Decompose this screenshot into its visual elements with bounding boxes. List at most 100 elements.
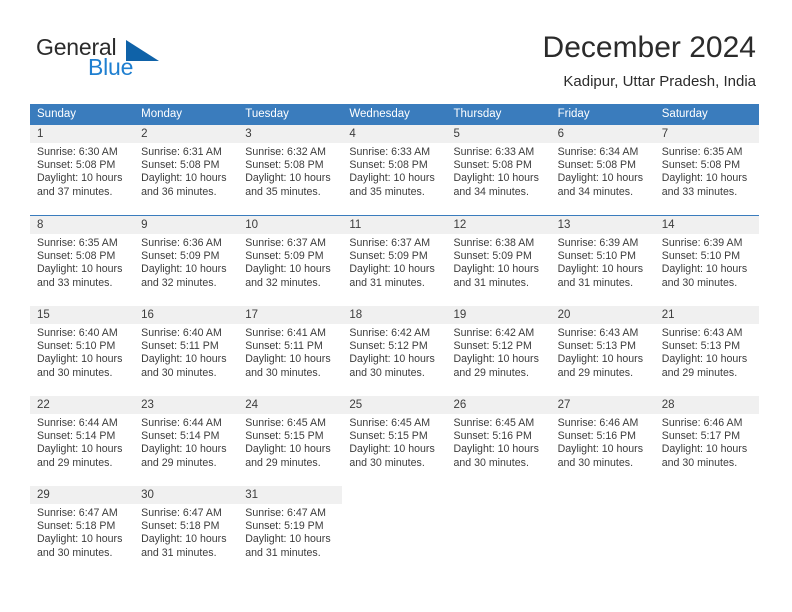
calendar-day-cell[interactable]: 18 Sunrise: 6:42 AM Sunset: 5:12 PM Dayligh… — [342, 306, 447, 396]
sunset-time: Sunset: 5:09 PM — [453, 250, 532, 263]
calendar-day-cell[interactable]: 8 Sunrise: 6:35 AM Sunset: 5:08 PM Daylight… — [30, 216, 135, 306]
sunset-time: Sunset: 5:14 PM — [141, 430, 220, 443]
calendar-day-cell[interactable]: 1 Sunrise: 6:30 AM Sunset: 5:08 PM Daylight… — [30, 125, 135, 215]
day-number — [342, 486, 447, 504]
calendar-day-cell[interactable]: 15 Sunrise: 6:40 AM Sunset: 5:10 PM Dayligh… — [30, 306, 135, 396]
calendar-day-cell[interactable]: 31 Sunrise: 6:47 AM Sunset: 5:19 PM Dayligh… — [238, 486, 343, 576]
weekday-header-monday: Monday — [141, 108, 183, 120]
calendar-page: General Blue December 2024 Kadipur, Utta… — [0, 0, 792, 612]
calendar-day-cell[interactable]: 9 Sunrise: 6:36 AM Sunset: 5:09 PM Daylight… — [134, 216, 239, 306]
sunset-time: Sunset: 5:08 PM — [453, 159, 532, 172]
day-details: Sunrise: 6:36 AM Sunset: 5:09 PM Daylight:… — [134, 234, 238, 290]
calendar-day-cell[interactable]: 29 Sunrise: 6:47 AM Sunset: 5:18 PM Dayligh… — [30, 486, 135, 576]
daylight-duration-line1: Daylight: 10 hours — [37, 353, 123, 366]
daylight-duration-line2: and 29 minutes. — [453, 366, 529, 379]
daylight-duration-line2: and 30 minutes. — [661, 456, 738, 469]
calendar-day-cell[interactable]: 21 Sunrise: 6:43 AM Sunset: 5:13 PM Dayligh… — [654, 306, 759, 396]
sunrise-time: Sunrise: 6:47 AM — [141, 507, 222, 519]
calendar-day-cell[interactable]: 23 Sunrise: 6:44 AM Sunset: 5:14 PM Dayligh… — [134, 396, 239, 486]
day-details: Sunrise: 6:45 AM Sunset: 5:15 PM Daylight:… — [342, 414, 446, 470]
daylight-duration-line2: and 37 minutes. — [37, 185, 113, 198]
daylight-duration-line1: Daylight: 10 hours — [661, 263, 748, 276]
daylight-duration-line2: and 30 minutes. — [245, 366, 321, 379]
calendar-day-cell[interactable]: 26 Sunrise: 6:45 AM Sunset: 5:16 PM Dayligh… — [446, 396, 551, 486]
calendar-day-cell[interactable]: 4 Sunrise: 6:33 AM Sunset: 5:08 PM Daylight… — [342, 125, 447, 215]
day-details: Sunrise: 6:47 AM Sunset: 5:18 PM Daylight:… — [134, 504, 238, 560]
calendar-day-cell[interactable]: 30 Sunrise: 6:47 AM Sunset: 5:18 PM Dayligh… — [134, 486, 239, 576]
daylight-duration-line2: and 35 minutes. — [349, 185, 425, 198]
day-details: Sunrise: 6:30 AM Sunset: 5:08 PM Daylight:… — [30, 143, 134, 199]
calendar-day-cell[interactable]: 16 Sunrise: 6:40 AM Sunset: 5:11 PM Dayligh… — [134, 306, 239, 396]
daylight-duration-line2: and 32 minutes. — [245, 276, 321, 289]
calendar-day-cell[interactable]: 10 Sunrise: 6:37 AM Sunset: 5:09 PM Dayligh… — [238, 216, 343, 306]
calendar-day-cell[interactable]: 22 Sunrise: 6:44 AM Sunset: 5:14 PM Dayligh… — [30, 396, 135, 486]
daylight-duration-line1: Daylight: 10 hours — [557, 263, 644, 276]
calendar-day-cell[interactable]: 3 Sunrise: 6:32 AM Sunset: 5:08 PM Daylight… — [238, 125, 343, 215]
sunset-time: Sunset: 5:18 PM — [37, 520, 116, 533]
day-number — [654, 486, 759, 504]
daylight-duration-line2: and 31 minutes. — [245, 546, 321, 559]
day-number: 30 — [134, 486, 239, 504]
calendar-day-cell[interactable]: 17 Sunrise: 6:41 AM Sunset: 5:11 PM Dayligh… — [238, 306, 343, 396]
sunset-time: Sunset: 5:09 PM — [245, 250, 324, 263]
sunset-time: Sunset: 5:18 PM — [141, 520, 220, 533]
daylight-duration-line2: and 30 minutes. — [557, 456, 634, 469]
calendar-day-cell[interactable]: 20 Sunrise: 6:43 AM Sunset: 5:13 PM Dayligh… — [550, 306, 655, 396]
daylight-duration-line2: and 30 minutes. — [661, 276, 738, 289]
calendar-day-cell[interactable]: 28 Sunrise: 6:46 AM Sunset: 5:17 PM Dayligh… — [654, 396, 759, 486]
sunrise-time: Sunrise: 6:45 AM — [349, 417, 431, 429]
daylight-duration-line1: Daylight: 10 hours — [37, 172, 123, 185]
day-number: 13 — [550, 216, 655, 234]
sunrise-time: Sunrise: 6:37 AM — [245, 237, 326, 249]
daylight-duration-line2: and 31 minutes. — [557, 276, 634, 289]
day-number: 25 — [342, 396, 447, 414]
daylight-duration-line1: Daylight: 10 hours — [37, 533, 123, 546]
sunset-time: Sunset: 5:16 PM — [453, 430, 532, 443]
day-number: 26 — [446, 396, 551, 414]
calendar-day-cell[interactable]: 6 Sunrise: 6:34 AM Sunset: 5:08 PM Daylight… — [550, 125, 655, 215]
daylight-duration-line1: Daylight: 10 hours — [245, 263, 331, 276]
calendar-day-cell[interactable]: 25 Sunrise: 6:45 AM Sunset: 5:15 PM Dayligh… — [342, 396, 447, 486]
calendar-day-cell[interactable]: 27 Sunrise: 6:46 AM Sunset: 5:16 PM Dayligh… — [550, 396, 655, 486]
calendar-day-cell[interactable]: 14 Sunrise: 6:39 AM Sunset: 5:10 PM Dayligh… — [654, 216, 759, 306]
sunrise-time: Sunrise: 6:47 AM — [37, 507, 118, 519]
calendar-day-cell[interactable]: 24 Sunrise: 6:45 AM Sunset: 5:15 PM Dayligh… — [238, 396, 343, 486]
day-number: 12 — [446, 216, 551, 234]
generalblue-logo[interactable]: General Blue — [36, 34, 216, 86]
sunrise-time: Sunrise: 6:35 AM — [37, 237, 118, 249]
calendar-day-cell[interactable]: 19 Sunrise: 6:42 AM Sunset: 5:12 PM Dayligh… — [446, 306, 551, 396]
day-details: Sunrise: 6:33 AM Sunset: 5:08 PM Daylight:… — [447, 143, 551, 199]
daylight-duration-line2: and 30 minutes. — [453, 456, 529, 469]
calendar-day-cell[interactable]: 11 Sunrise: 6:37 AM Sunset: 5:09 PM Dayligh… — [342, 216, 447, 306]
calendar-day-cell[interactable]: 5 Sunrise: 6:33 AM Sunset: 5:08 PM Daylight… — [446, 125, 551, 215]
sunset-time: Sunset: 5:15 PM — [245, 430, 324, 443]
daylight-duration-line2: and 30 minutes. — [37, 546, 113, 559]
daylight-duration-line1: Daylight: 10 hours — [141, 443, 227, 456]
daylight-duration-line2: and 29 minutes. — [37, 456, 113, 469]
calendar-day-cell[interactable]: 12 Sunrise: 6:38 AM Sunset: 5:09 PM Dayligh… — [446, 216, 551, 306]
daylight-duration-line1: Daylight: 10 hours — [349, 353, 435, 366]
calendar-day-cell[interactable]: 2 Sunrise: 6:31 AM Sunset: 5:08 PM Daylight… — [134, 125, 239, 215]
daylight-duration-line1: Daylight: 10 hours — [557, 353, 644, 366]
day-details: Sunrise: 6:47 AM Sunset: 5:19 PM Daylight:… — [238, 504, 342, 560]
day-details: Sunrise: 6:47 AM Sunset: 5:18 PM Daylight:… — [30, 504, 134, 560]
day-number: 23 — [134, 396, 239, 414]
weekday-header-thursday: Thursday — [453, 108, 502, 120]
daylight-duration-line2: and 30 minutes. — [349, 456, 425, 469]
daylight-duration-line1: Daylight: 10 hours — [453, 172, 539, 185]
sunrise-time: Sunrise: 6:34 AM — [557, 146, 639, 158]
sunrise-time: Sunrise: 6:43 AM — [661, 327, 743, 339]
sunset-time: Sunset: 5:10 PM — [557, 250, 636, 263]
sunset-time: Sunset: 5:08 PM — [141, 159, 220, 172]
day-number — [446, 486, 551, 504]
calendar-day-cell[interactable]: 13 Sunrise: 6:39 AM Sunset: 5:10 PM Dayligh… — [550, 216, 655, 306]
day-number: 6 — [550, 125, 655, 143]
daylight-duration-line1: Daylight: 10 hours — [453, 263, 539, 276]
day-number: 17 — [238, 306, 343, 324]
day-number: 2 — [134, 125, 239, 143]
sunset-time: Sunset: 5:14 PM — [37, 430, 116, 443]
calendar-day-cell[interactable]: 7 Sunrise: 6:35 AM Sunset: 5:08 PM Daylight… — [654, 125, 759, 215]
sunset-time: Sunset: 5:13 PM — [661, 340, 741, 353]
daylight-duration-line2: and 36 minutes. — [141, 185, 217, 198]
sunset-time: Sunset: 5:16 PM — [557, 430, 636, 443]
